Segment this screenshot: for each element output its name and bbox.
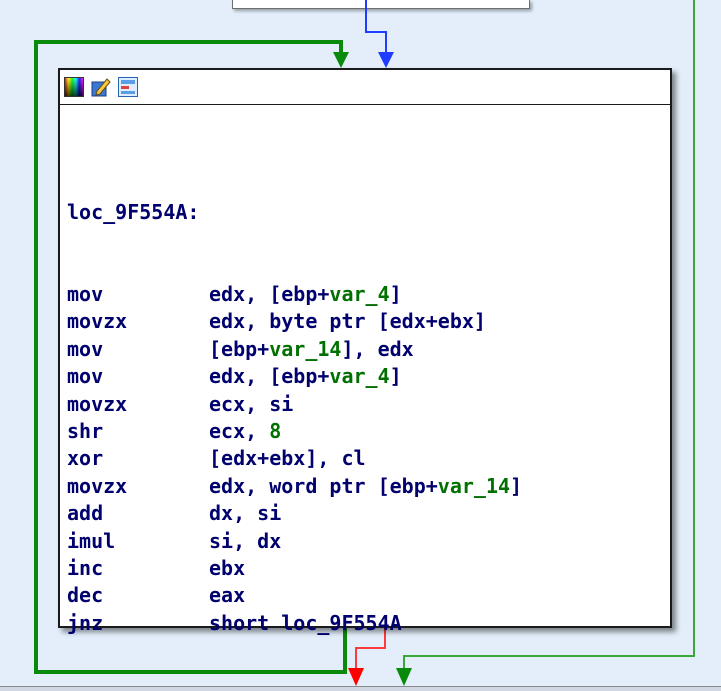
operand-text: ebx	[209, 555, 246, 580]
operand-text: edx, word ptr [ebp+	[209, 473, 438, 498]
group-nodes-icon[interactable]	[118, 77, 138, 97]
instruction-mnemonic: mov	[67, 282, 104, 307]
operand-text: edx, byte ptr [edx+ebx]	[209, 309, 486, 334]
instruction-line[interactable]: imul si, dx	[67, 528, 522, 555]
location-label[interactable]: loc_9F554A:	[67, 199, 522, 226]
operand-text: [edx+ebx], cl	[209, 446, 366, 471]
instruction-mnemonic: dec	[67, 583, 104, 608]
instruction-mnemonic: movzx	[67, 309, 128, 334]
instruction-mnemonic: inc	[67, 555, 104, 580]
stack-variable[interactable]: var_4	[329, 364, 389, 388]
operand-text: short loc_9F554A	[209, 610, 402, 635]
node-toolbar	[60, 70, 670, 105]
operand-text: ]	[389, 364, 402, 389]
instruction-mnemonic: movzx	[67, 391, 128, 416]
instruction-line[interactable]: movzx ecx, si	[67, 391, 522, 418]
instruction-mnemonic: add	[67, 501, 104, 526]
operand-text: dx, si	[209, 501, 282, 526]
operand-text: edx, [ebp+	[209, 364, 330, 389]
arrow-down-icon	[396, 668, 412, 686]
instruction-line[interactable]: mov edx, [ebp+var_4]	[67, 281, 522, 308]
instruction-line[interactable]: movzx edx, word ptr [ebp+var_14]	[67, 473, 522, 500]
stack-variable[interactable]: var_14	[438, 474, 510, 498]
set-node-color-icon[interactable]	[64, 77, 84, 97]
instruction-mnemonic: shr	[67, 418, 104, 443]
instruction-mnemonic: imul	[67, 528, 116, 553]
instruction-line[interactable]: mov edx, [ebp+var_4]	[67, 363, 522, 390]
operand-text: si, dx	[209, 528, 282, 553]
instruction-line[interactable]: dec eax	[67, 582, 522, 609]
operand-text: eax	[209, 583, 246, 608]
operand-text: ]	[510, 473, 523, 498]
rename-icon[interactable]	[91, 77, 111, 97]
operand-text: edx, [ebp+	[209, 282, 330, 307]
operand-text: ], edx	[341, 336, 414, 361]
instruction-line[interactable]: mov [ebp+var_14], edx	[67, 336, 522, 363]
operand-text: ]	[389, 282, 402, 307]
immediate-value: 8	[269, 418, 282, 443]
instruction-mnemonic: jnz	[67, 610, 104, 635]
operand-text: ecx, si	[209, 391, 294, 416]
instruction-line[interactable]: jnz short loc_9F554A	[67, 610, 522, 637]
instruction-line[interactable]: movzx edx, byte ptr [edx+ebx]	[67, 308, 522, 335]
instruction-mnemonic: mov	[67, 364, 104, 389]
arrow-down-icon	[378, 52, 394, 68]
operand-text: ecx,	[209, 418, 270, 443]
instruction-line[interactable]: xor [edx+ebx], cl	[67, 445, 522, 472]
disassembly-listing[interactable]: loc_9F554A: mov edx, [ebp+var_4] movzx edx,…	[67, 144, 522, 637]
instruction-line[interactable]: shr ecx, 8	[67, 418, 522, 445]
stack-variable[interactable]: var_14	[269, 337, 341, 361]
basic-block-node[interactable]: loc_9F554A: mov edx, [ebp+var_4] movzx edx,…	[58, 68, 672, 635]
instruction-mnemonic: mov	[67, 336, 104, 361]
stack-variable[interactable]: var_4	[329, 282, 389, 306]
operand-text: [ebp+	[209, 336, 270, 361]
incoming-edge-blue	[365, 0, 387, 56]
instruction-mnemonic: movzx	[67, 473, 128, 498]
arrow-down-icon	[333, 52, 349, 68]
instruction-line[interactable]: inc ebx	[67, 555, 522, 582]
instruction-line[interactable]: add dx, si	[67, 500, 522, 527]
arrow-down-icon	[348, 668, 364, 686]
instruction-mnemonic: xor	[67, 446, 104, 471]
